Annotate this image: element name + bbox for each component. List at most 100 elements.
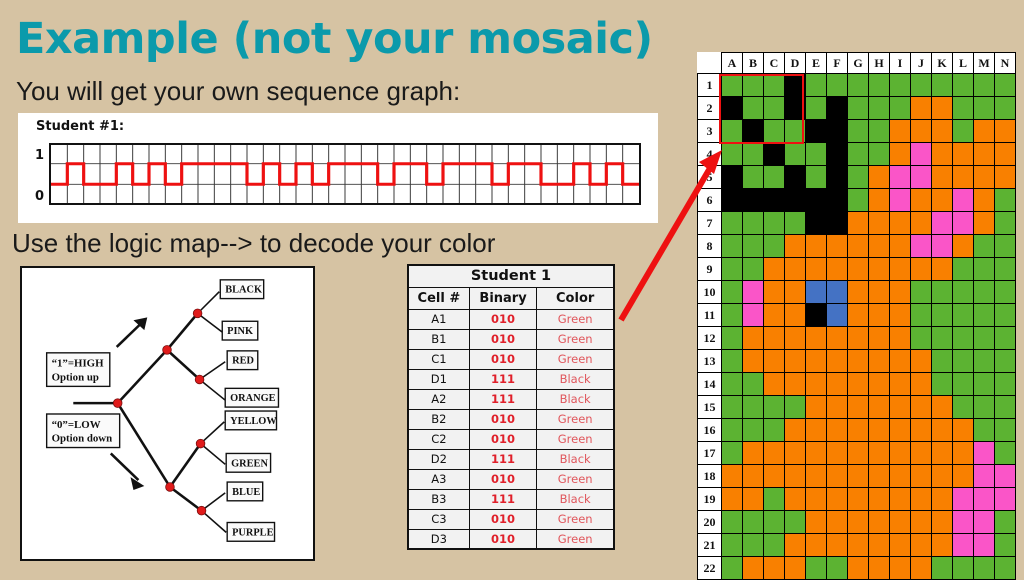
mosaic-cell[interactable] [763,349,785,373]
mosaic-cell[interactable] [826,441,848,465]
mosaic-cell[interactable] [805,372,827,396]
mosaic-cell[interactable] [847,349,869,373]
mosaic-cell[interactable] [973,234,995,258]
mosaic-cell[interactable] [763,234,785,258]
mosaic-cell[interactable] [952,441,974,465]
mosaic-cell[interactable] [931,395,953,419]
mosaic-cell[interactable] [889,188,911,212]
mosaic-cell[interactable] [994,257,1016,281]
mosaic-cell[interactable] [763,487,785,511]
mosaic-cell[interactable] [826,487,848,511]
mosaic-cell[interactable] [847,234,869,258]
mosaic-cell[interactable] [721,395,743,419]
mosaic-cell[interactable] [931,510,953,534]
mosaic-cell[interactable] [910,510,932,534]
mosaic-cell[interactable] [721,303,743,327]
mosaic-cell[interactable] [826,142,848,166]
mosaic-cell[interactable] [784,487,806,511]
mosaic-cell[interactable] [868,234,890,258]
mosaic-cell[interactable] [805,280,827,304]
mosaic-cell[interactable] [910,349,932,373]
mosaic-cell[interactable] [994,418,1016,442]
mosaic-cell[interactable] [784,142,806,166]
mosaic-cell[interactable] [910,418,932,442]
mosaic-cell[interactable] [826,303,848,327]
mosaic-cell[interactable] [721,234,743,258]
mosaic-cell[interactable] [742,349,764,373]
mosaic-cell[interactable] [910,395,932,419]
mosaic-cell[interactable] [889,303,911,327]
mosaic-cell[interactable] [805,73,827,97]
mosaic-cell[interactable] [742,487,764,511]
mosaic-cell[interactable] [889,165,911,189]
mosaic-cell[interactable] [805,418,827,442]
mosaic-cell[interactable] [826,464,848,488]
mosaic-cell[interactable] [805,326,827,350]
mosaic-cell[interactable] [931,487,953,511]
mosaic-cell[interactable] [931,418,953,442]
mosaic-cell[interactable] [889,96,911,120]
mosaic-cell[interactable] [784,73,806,97]
mosaic-cell[interactable] [931,349,953,373]
mosaic-cell[interactable] [889,395,911,419]
mosaic-cell[interactable] [973,418,995,442]
mosaic-cell[interactable] [763,441,785,465]
mosaic-cell[interactable] [931,188,953,212]
mosaic-cell[interactable] [973,556,995,580]
mosaic-cell[interactable] [994,234,1016,258]
mosaic-cell[interactable] [973,349,995,373]
mosaic-cell[interactable] [763,119,785,143]
mosaic-cell[interactable] [805,510,827,534]
mosaic-cell[interactable] [763,188,785,212]
mosaic-cell[interactable] [994,280,1016,304]
mosaic-cell[interactable] [868,257,890,281]
mosaic-cell[interactable] [784,510,806,534]
mosaic-cell[interactable] [973,73,995,97]
mosaic-cell[interactable] [952,349,974,373]
mosaic-cell[interactable] [826,257,848,281]
mosaic-cell[interactable] [826,165,848,189]
mosaic-cell[interactable] [868,326,890,350]
mosaic-cell[interactable] [931,280,953,304]
mosaic-cell[interactable] [868,395,890,419]
mosaic-cell[interactable] [994,556,1016,580]
mosaic-cell[interactable] [931,119,953,143]
mosaic-cell[interactable] [994,73,1016,97]
mosaic-cell[interactable] [721,510,743,534]
mosaic-cell[interactable] [847,556,869,580]
mosaic-cell[interactable] [889,372,911,396]
mosaic-cell[interactable] [742,280,764,304]
mosaic-cell[interactable] [868,211,890,235]
mosaic-cell[interactable] [721,464,743,488]
mosaic-cell[interactable] [868,441,890,465]
mosaic-cell[interactable] [742,96,764,120]
mosaic-cell[interactable] [826,280,848,304]
mosaic-cell[interactable] [973,188,995,212]
mosaic-cell[interactable] [994,395,1016,419]
mosaic-cell[interactable] [910,257,932,281]
mosaic-cell[interactable] [931,533,953,557]
mosaic-cell[interactable] [742,142,764,166]
mosaic-cell[interactable] [742,464,764,488]
mosaic-cell[interactable] [889,533,911,557]
mosaic-cell[interactable] [826,418,848,442]
mosaic-cell[interactable] [784,96,806,120]
mosaic-cell[interactable] [784,464,806,488]
mosaic-cell[interactable] [952,188,974,212]
mosaic-cell[interactable] [721,280,743,304]
mosaic-cell[interactable] [952,280,974,304]
mosaic-cell[interactable] [721,257,743,281]
mosaic-cell[interactable] [784,234,806,258]
mosaic-cell[interactable] [805,464,827,488]
mosaic-cell[interactable] [868,73,890,97]
mosaic-cell[interactable] [784,556,806,580]
mosaic-cell[interactable] [868,556,890,580]
mosaic-cell[interactable] [994,464,1016,488]
mosaic-cell[interactable] [952,96,974,120]
mosaic-cell[interactable] [910,165,932,189]
mosaic-cell[interactable] [910,372,932,396]
mosaic-cell[interactable] [889,418,911,442]
mosaic-cell[interactable] [826,556,848,580]
mosaic-cell[interactable] [763,464,785,488]
mosaic-cell[interactable] [742,188,764,212]
